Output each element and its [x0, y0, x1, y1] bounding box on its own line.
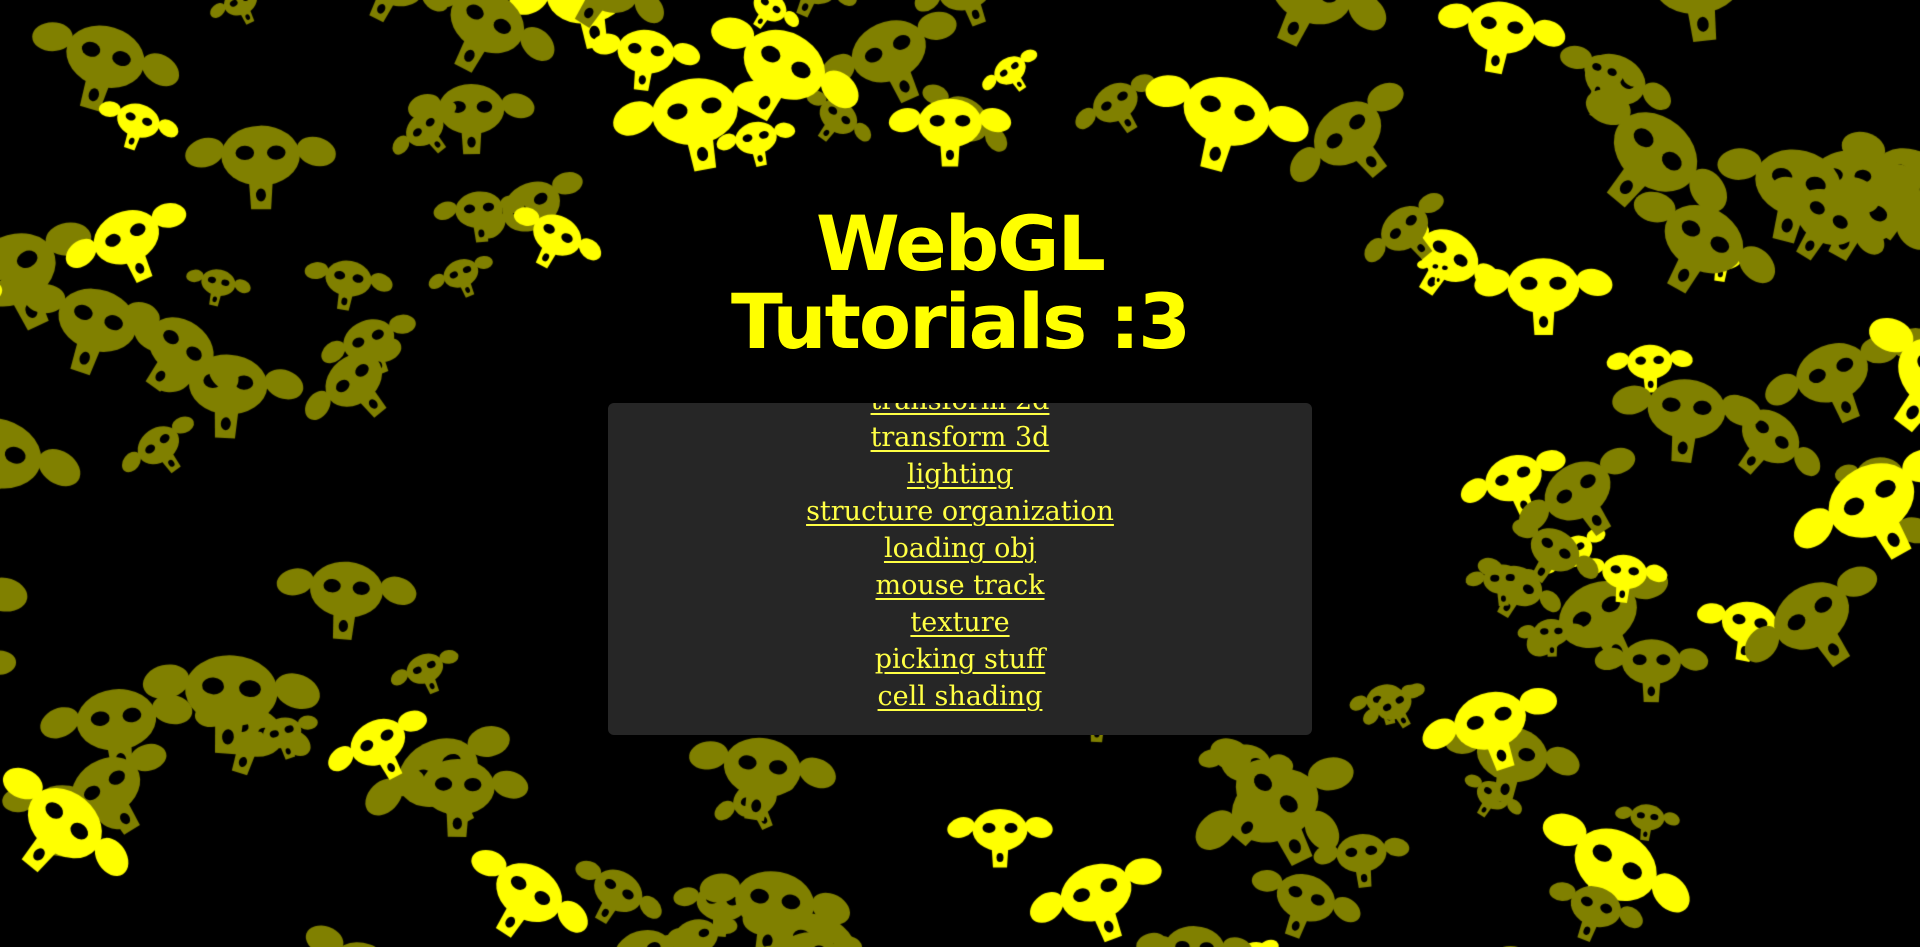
page-title-line2: Tutorials :3 — [731, 277, 1191, 366]
tutorial-link-list: transform 2d transform 3d lighting struc… — [608, 403, 1312, 715]
link-cell-shading[interactable]: cell shading — [878, 681, 1043, 712]
link-transform-2d[interactable]: transform 2d — [871, 403, 1050, 416]
list-item: texture — [608, 604, 1312, 641]
link-lighting[interactable]: lighting — [907, 459, 1013, 490]
list-item: picking stuff — [608, 641, 1312, 678]
link-transform-3d[interactable]: transform 3d — [871, 422, 1050, 453]
list-item: cell shading — [608, 678, 1312, 715]
list-item: transform 3d — [608, 419, 1312, 456]
link-picking-stuff[interactable]: picking stuff — [875, 644, 1046, 675]
link-texture[interactable]: texture — [910, 607, 1009, 638]
page-title-line1: WebGL — [816, 199, 1106, 288]
link-loading-obj[interactable]: loading obj — [884, 533, 1036, 564]
list-item: transform 2d — [608, 403, 1312, 419]
list-item: loading obj — [608, 530, 1312, 567]
link-mouse-track[interactable]: mouse track — [875, 570, 1044, 601]
list-item: structure organization — [608, 493, 1312, 530]
list-item: lighting — [608, 456, 1312, 493]
tutorial-menu-panel[interactable]: transform 2d transform 3d lighting struc… — [608, 403, 1312, 735]
list-item: mouse track — [608, 567, 1312, 604]
link-structure-organization[interactable]: structure organization — [806, 496, 1114, 527]
page-title: WebGL Tutorials :3 — [0, 205, 1920, 361]
